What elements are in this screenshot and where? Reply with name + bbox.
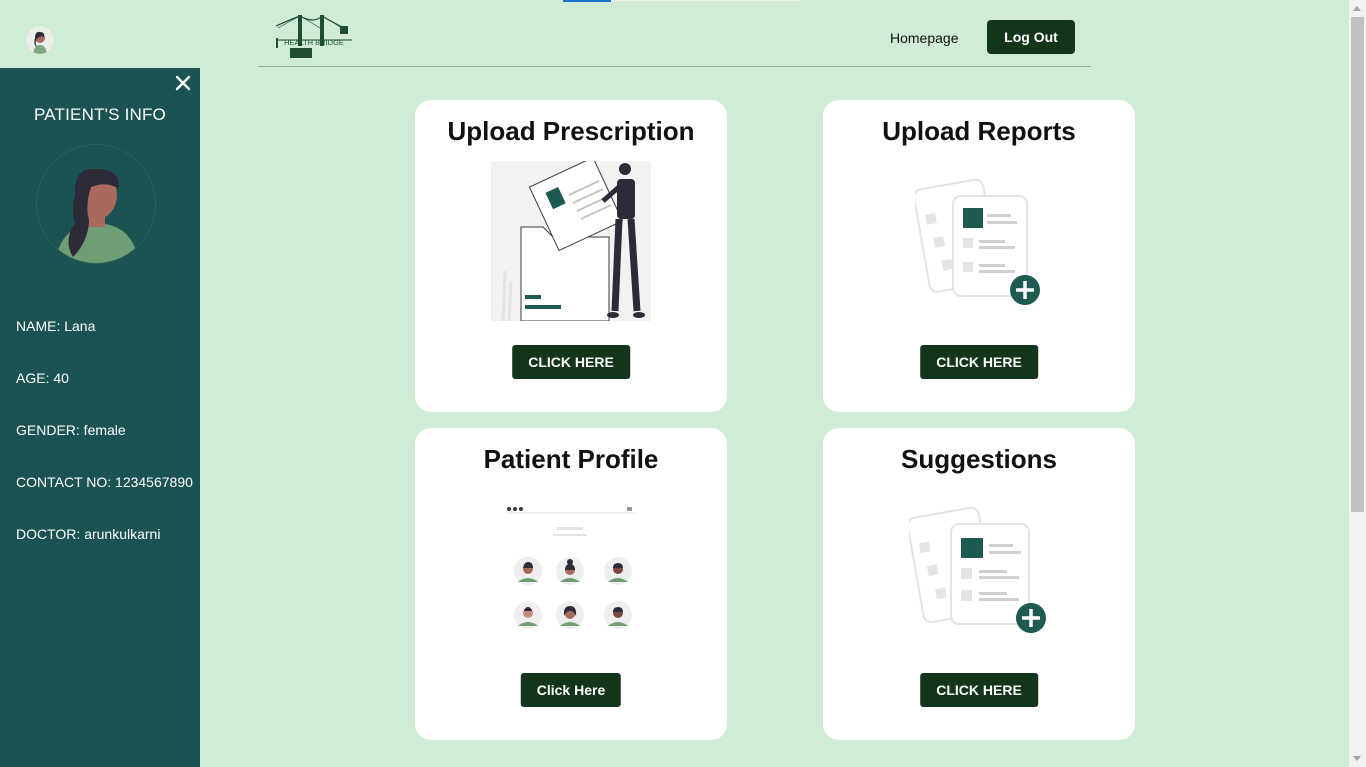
page-load-track [611,0,801,1]
scroll-down-icon[interactable] [1353,756,1361,761]
patient-age: AGE: 40 [16,370,69,386]
card-title: Upload Prescription [447,116,695,146]
logo-text: HEALTH BRIDGE [284,38,344,47]
header-divider [258,66,1091,67]
card-title: Suggestions [900,444,1057,474]
close-icon[interactable] [174,74,192,92]
card-title: Patient Profile [483,444,659,474]
patient-gender: GENDER: female [16,422,126,438]
profile-illustration [503,500,643,645]
card-title: Upload Reports [882,116,1076,146]
upload-prescription-button[interactable]: CLICK HERE [512,345,630,379]
patient-profile-card: Patient Profile Click Here [415,428,727,740]
scroll-up-icon[interactable] [1353,6,1361,11]
patient-doctor: DOCTOR: arunkulkarni [16,526,161,542]
scrollbar-thumb[interactable] [1351,17,1364,512]
health-bridge-logo[interactable]: HEALTH BRIDGE [274,14,356,60]
page-scrollbar[interactable] [1349,0,1366,767]
prescription-illustration [491,156,651,326]
suggestions-card: Suggestions CLICK HERE [823,428,1135,740]
upload-reports-card: Upload Reports CLICK HERE [823,100,1135,412]
suggestions-illustration [906,500,1049,643]
patient-contact: CONTACT NO: 1234567890 [16,474,193,490]
upload-prescription-card: Upload Prescription CLICK HERE [415,100,727,412]
upload-reports-button[interactable]: CLICK HERE [920,345,1038,379]
sidebar-title: PATIENT'S INFO [34,105,166,124]
page-load-progress [563,0,611,2]
user-avatar[interactable] [26,26,54,54]
logout-button[interactable]: Log Out [987,20,1075,54]
patient-profile-button[interactable]: Click Here [520,673,622,707]
reports-illustration [913,174,1045,313]
patient-avatar [36,144,156,264]
suggestions-button[interactable]: CLICK HERE [920,673,1038,707]
nav-homepage-link[interactable]: Homepage [890,30,959,46]
patient-name: NAME: Lana [16,318,96,334]
patient-info-sidebar: PATIENT'S INFO NAME: Lana AGE: 40 GENDER… [0,68,200,767]
